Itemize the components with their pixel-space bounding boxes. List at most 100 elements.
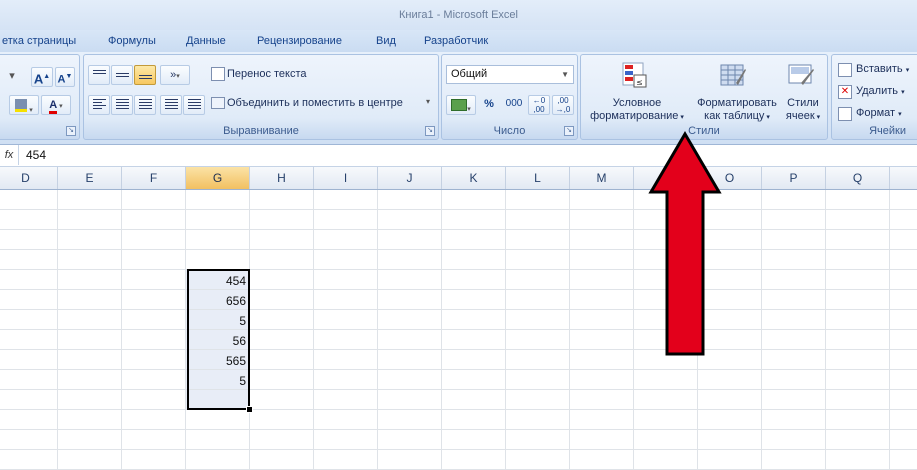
- grid-cell[interactable]: [442, 230, 506, 250]
- cell-styles-button[interactable]: Стили ячеек ▾: [781, 97, 825, 124]
- merge-dropdown-arrow[interactable]: ▾: [426, 97, 430, 106]
- grid-cell[interactable]: [186, 230, 250, 250]
- currency-format-button[interactable]: ▾: [446, 95, 476, 115]
- grid-cell[interactable]: [762, 210, 826, 230]
- grid-cell[interactable]: [762, 430, 826, 450]
- grid-cell[interactable]: [314, 310, 378, 330]
- column-header-l[interactable]: L: [506, 167, 570, 189]
- grid-cell[interactable]: [378, 370, 442, 390]
- grid-cell[interactable]: [698, 410, 762, 430]
- grid-cell[interactable]: [826, 430, 890, 450]
- grid-cell[interactable]: [506, 370, 570, 390]
- grid-cell[interactable]: [58, 310, 122, 330]
- column-header-k[interactable]: K: [442, 167, 506, 189]
- grid-cell[interactable]: [826, 190, 890, 210]
- grid-cell[interactable]: [442, 390, 506, 410]
- grid-cell[interactable]: [58, 370, 122, 390]
- number-format-select[interactable]: Общий ▼: [446, 65, 574, 84]
- grid-cell[interactable]: [570, 230, 634, 250]
- column-header-j[interactable]: J: [378, 167, 442, 189]
- align-top-button[interactable]: [88, 65, 110, 85]
- grid-cell[interactable]: [762, 230, 826, 250]
- grid-cell[interactable]: [506, 190, 570, 210]
- grid-cell[interactable]: [122, 230, 186, 250]
- grid-cell[interactable]: [442, 270, 506, 290]
- grid-cell[interactable]: [314, 350, 378, 370]
- grid-cell[interactable]: [442, 310, 506, 330]
- grid-cell[interactable]: [570, 310, 634, 330]
- grid-cell[interactable]: [506, 390, 570, 410]
- grid-cell[interactable]: [122, 390, 186, 410]
- column-header-e[interactable]: E: [58, 167, 122, 189]
- grid-cell[interactable]: [186, 250, 250, 270]
- grid-cell[interactable]: [250, 210, 314, 230]
- grid-cell[interactable]: [314, 230, 378, 250]
- grid-cell[interactable]: [762, 410, 826, 430]
- grid-cell[interactable]: [890, 270, 917, 290]
- grid-cell[interactable]: [826, 270, 890, 290]
- grid-cell[interactable]: [250, 430, 314, 450]
- column-header-p[interactable]: P: [762, 167, 826, 189]
- grid-cell[interactable]: [122, 290, 186, 310]
- grid-cell[interactable]: [58, 230, 122, 250]
- grid-cell[interactable]: [250, 410, 314, 430]
- grid-cell[interactable]: [826, 350, 890, 370]
- grid-cell[interactable]: [58, 290, 122, 310]
- grid-cell[interactable]: [442, 250, 506, 270]
- grid-cell[interactable]: [0, 210, 58, 230]
- grid-cell[interactable]: [762, 250, 826, 270]
- grid-cell[interactable]: [762, 350, 826, 370]
- grid-cell[interactable]: [122, 350, 186, 370]
- grid-cell[interactable]: [314, 450, 378, 470]
- grid-cell[interactable]: [890, 450, 917, 470]
- grid-cell[interactable]: [570, 290, 634, 310]
- grid-cell[interactable]: [250, 370, 314, 390]
- grid-cell[interactable]: [570, 370, 634, 390]
- column-header-f[interactable]: F: [122, 167, 186, 189]
- grid-cell[interactable]: [58, 250, 122, 270]
- grid-cell[interactable]: [826, 290, 890, 310]
- align-left-button[interactable]: [88, 95, 110, 115]
- tab-review[interactable]: Рецензирование: [257, 35, 342, 47]
- grid-cell[interactable]: [762, 270, 826, 290]
- font-dialog-launcher[interactable]: ↘: [66, 126, 76, 136]
- grid-cell[interactable]: [506, 310, 570, 330]
- column-header-d[interactable]: D: [0, 167, 58, 189]
- alignment-dialog-launcher[interactable]: ↘: [425, 126, 435, 136]
- format-as-table-button[interactable]: Форматировать как таблицу ▾: [689, 97, 785, 124]
- grid-cell[interactable]: [698, 430, 762, 450]
- grid-cell[interactable]: [506, 210, 570, 230]
- align-middle-button[interactable]: [111, 65, 133, 85]
- grid-cell[interactable]: [634, 410, 698, 430]
- grid-cell[interactable]: [442, 370, 506, 390]
- decrease-decimal-button[interactable]: ,00 →,0: [552, 95, 574, 115]
- grid-cell[interactable]: [378, 430, 442, 450]
- grid-cell[interactable]: [186, 210, 250, 230]
- grid-cell[interactable]: [58, 390, 122, 410]
- grid-cell[interactable]: [186, 410, 250, 430]
- grid-cell[interactable]: [58, 410, 122, 430]
- grid-cell[interactable]: [826, 370, 890, 390]
- shrink-font-button[interactable]: A▼: [55, 67, 75, 87]
- align-right-button[interactable]: [134, 95, 156, 115]
- grid-cell[interactable]: [442, 430, 506, 450]
- grid-cell[interactable]: [378, 230, 442, 250]
- grid-cell[interactable]: [250, 270, 314, 290]
- grid-cell[interactable]: [122, 370, 186, 390]
- column-header-h[interactable]: H: [250, 167, 314, 189]
- grid-cell[interactable]: [250, 250, 314, 270]
- tab-formulas[interactable]: Формулы: [108, 35, 156, 47]
- fill-color-button[interactable]: ▾: [9, 95, 39, 115]
- grid-cell[interactable]: [0, 410, 58, 430]
- column-header-g[interactable]: G: [186, 167, 250, 189]
- format-cells-button[interactable]: Формат ▾: [856, 107, 902, 119]
- grid-cell[interactable]: [890, 250, 917, 270]
- grid-cell[interactable]: [186, 190, 250, 210]
- grid-cell[interactable]: [314, 250, 378, 270]
- grid-cell[interactable]: [0, 290, 58, 310]
- conditional-formatting-button[interactable]: Условное форматирование ▾: [587, 97, 687, 124]
- grid-cell[interactable]: [186, 450, 250, 470]
- grid-cell[interactable]: [314, 390, 378, 410]
- grid-cell[interactable]: [0, 350, 58, 370]
- grid-cell[interactable]: [634, 370, 698, 390]
